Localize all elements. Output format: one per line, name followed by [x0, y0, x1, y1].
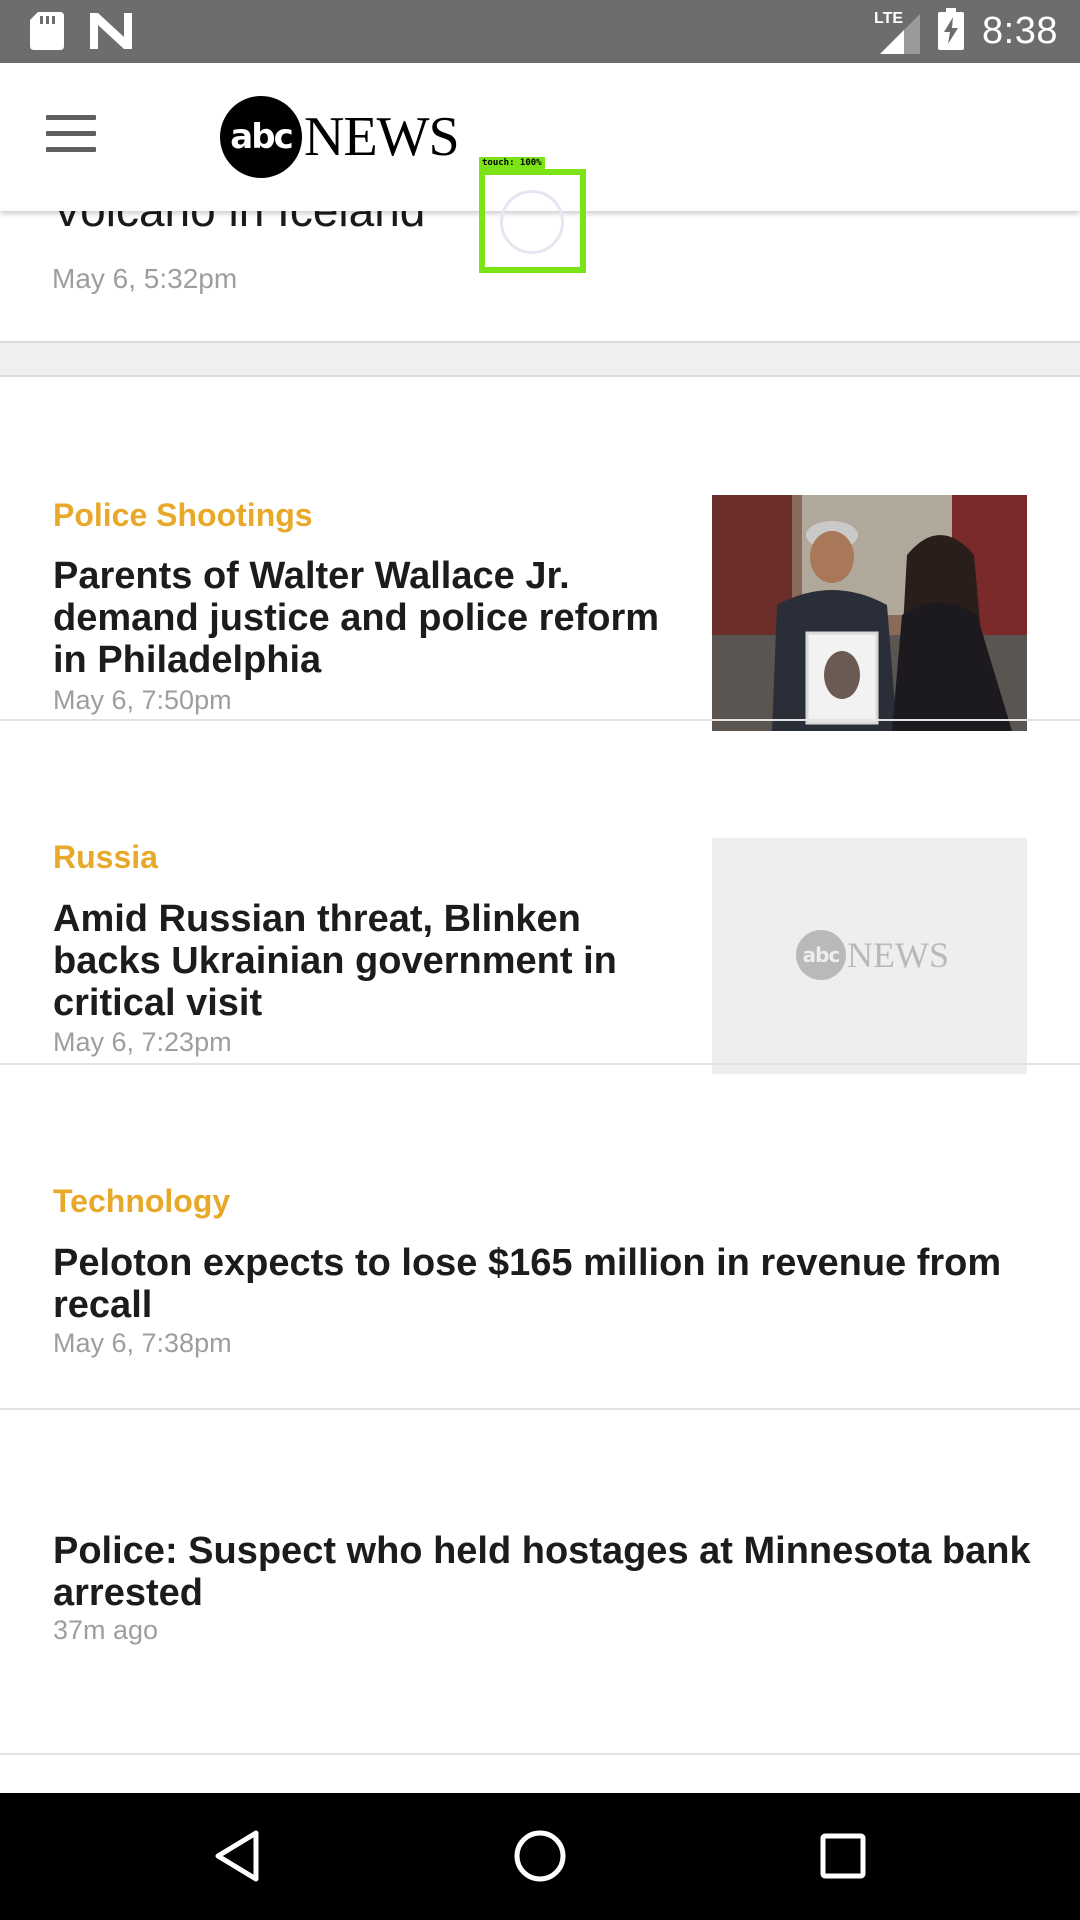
- story-headline: Police: Suspect who held hostages at Min…: [53, 1530, 1031, 1614]
- navigation-bar: [0, 1793, 1080, 1920]
- logo-word: NEWS: [304, 106, 460, 168]
- story-card[interactable]: Russia Amid Russian threat, Blinken back…: [0, 721, 1080, 1074]
- story-card[interactable]: Technology Peloton expects to lose $165 …: [0, 1065, 1080, 1407]
- news-feed[interactable]: Volcano in Iceland May 6, 5:32pm Police …: [0, 63, 1080, 1793]
- signal-icon: LTE: [874, 10, 921, 54]
- logo-mark: abc: [220, 96, 302, 178]
- story-headline: Parents of Walter Wallace Jr. demand jus…: [53, 555, 660, 681]
- screen: LTE 8:38 Volcano in Iceland May 6, 5:32p…: [0, 0, 1080, 1920]
- story-category: Technology: [53, 1183, 231, 1219]
- recents-icon[interactable]: [808, 1821, 878, 1891]
- section-gap: [0, 341, 1080, 377]
- story-date: May 6, 7:23pm: [53, 1027, 232, 1057]
- story-category: Police Shootings: [53, 497, 313, 533]
- abc-news-logo[interactable]: abc NEWS: [220, 95, 460, 179]
- hamburger-menu-icon[interactable]: [46, 115, 98, 155]
- placeholder-logo-word: NEWS: [847, 935, 949, 975]
- touch-indicator-box: [479, 169, 586, 273]
- status-bar: LTE 8:38: [0, 0, 1080, 63]
- story-category: Russia: [53, 839, 158, 875]
- story-headline: Amid Russian threat, Blinken backs Ukrai…: [53, 898, 617, 1024]
- divider: [0, 1753, 1080, 1755]
- placeholder-logo-mark: abc: [796, 930, 846, 980]
- story-date: May 6, 7:50pm: [53, 685, 232, 715]
- sd-card-icon: [30, 12, 64, 55]
- story-card[interactable]: Police Shootings Parents of Walter Walla…: [0, 379, 1080, 731]
- home-icon[interactable]: [505, 1821, 575, 1891]
- story-thumbnail: [712, 495, 1027, 731]
- story-date: 37m ago: [53, 1615, 159, 1645]
- clock: 8:38: [982, 10, 1058, 52]
- back-icon[interactable]: [202, 1821, 272, 1891]
- story-date: May 6, 7:38pm: [53, 1328, 232, 1358]
- story-card[interactable]: Police: Suspect who held hostages at Min…: [0, 1410, 1080, 1752]
- story-headline: Peloton expects to lose $165 million in …: [53, 1242, 1002, 1326]
- story-thumbnail-placeholder: abc NEWS: [712, 838, 1027, 1074]
- battery-charging-icon: [938, 8, 965, 55]
- abc-news-logo-placeholder: abc NEWS: [796, 930, 949, 980]
- story-date: May 6, 5:32pm: [52, 263, 238, 294]
- n-logo-icon: [90, 13, 132, 54]
